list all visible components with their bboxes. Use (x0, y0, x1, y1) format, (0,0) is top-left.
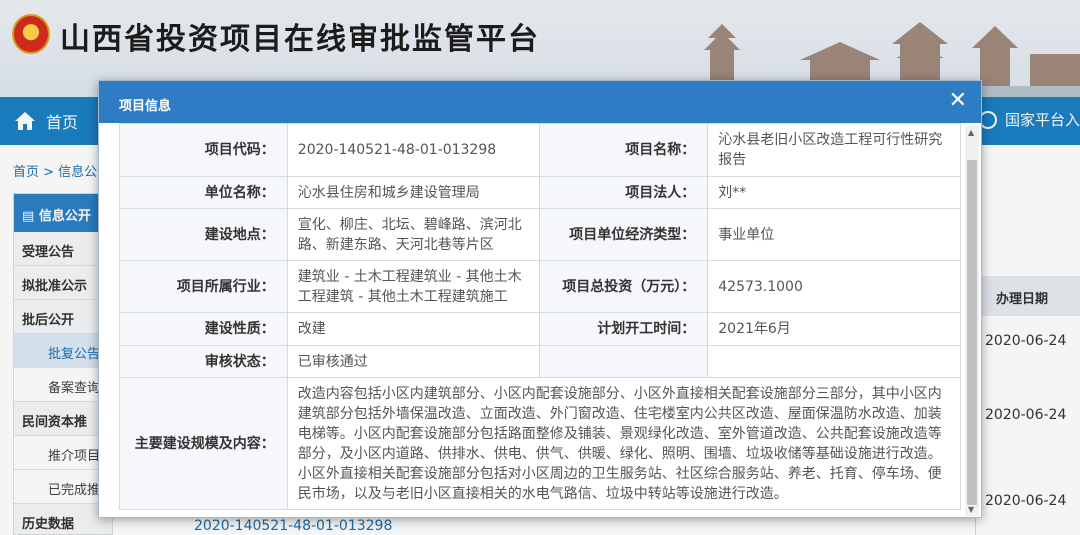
project-info-table: 项目代码： 2020-140521-48-01-013298 项目名称： 沁水县… (119, 123, 962, 510)
table-row: 项目代码： 2020-140521-48-01-013298 项目名称： 沁水县… (119, 123, 961, 177)
label-project-name: 项目名称： (539, 123, 709, 177)
empty-cell (539, 345, 709, 378)
scroll-up-arrow-icon[interactable]: ▲ (968, 128, 974, 137)
label-planned-start: 计划开工时间： (539, 312, 709, 346)
modal-title: 项目信息 (119, 99, 172, 114)
label-construction-scope: 主要建设规模及内容： (119, 377, 288, 510)
table-row: 建设地点： 宣化、柳庄、北坛、碧峰路、滨河北路、新建东路、天河北巷等片区 项目单… (119, 208, 961, 261)
close-icon[interactable]: ✕ (949, 90, 967, 112)
label-construction-nature: 建设性质： (119, 312, 288, 346)
label-unit-name: 单位名称： (119, 176, 288, 209)
label-total-investment: 项目总投资（万元）： (539, 260, 709, 313)
value-construction-scope: 改造内容包括小区内建筑部分、小区内配套设施部分、小区外直接相关配套设施部分三部分… (286, 377, 962, 510)
label-legal-person: 项目法人： (539, 176, 709, 209)
value-construction-nature: 改建 (286, 312, 541, 346)
label-location: 建设地点： (119, 208, 288, 261)
value-project-name: 沁水县老旧小区改造工程可行性研究报告 (707, 123, 961, 177)
label-project-code: 项目代码： (119, 123, 288, 177)
value-legal-person: 刘** (707, 176, 961, 209)
value-total-investment: 42573.1000 (707, 260, 961, 313)
scrollbar-thumb[interactable] (967, 160, 977, 505)
empty-cell (707, 345, 961, 378)
project-info-modal: 项目信息 ✕ 项目代码： 2020-140521-48-01-013298 项目… (98, 80, 982, 518)
value-location: 宣化、柳庄、北坛、碧峰路、滨河北路、新建东路、天河北巷等片区 (286, 208, 541, 261)
value-review-status: 已审核通过 (286, 345, 541, 378)
modal-header: 项目信息 ✕ (99, 81, 981, 123)
value-project-code: 2020-140521-48-01-013298 (286, 123, 541, 177)
modal-body: 项目代码： 2020-140521-48-01-013298 项目名称： 沁水县… (119, 123, 964, 516)
table-row: 主要建设规模及内容： 改造内容包括小区内建筑部分、小区内配套设施部分、小区外直接… (119, 377, 962, 510)
value-economic-type: 事业单位 (707, 208, 961, 261)
label-economic-type: 项目单位经济类型： (539, 208, 709, 261)
value-planned-start: 2021年6月 (707, 312, 961, 346)
table-row: 单位名称： 沁水县住房和城乡建设管理局 项目法人： 刘** (119, 176, 961, 209)
table-row: 项目所属行业： 建筑业 - 土木工程建筑业 - 其他土木工程建筑 - 其他土木工… (119, 260, 961, 313)
label-review-status: 审核状态： (119, 345, 288, 378)
scroll-down-arrow-icon[interactable]: ▼ (968, 505, 974, 514)
value-unit-name: 沁水县住房和城乡建设管理局 (286, 176, 541, 209)
modal-scrollbar[interactable]: ▲ ▼ (965, 126, 979, 516)
label-industry: 项目所属行业： (119, 260, 288, 313)
table-row: 审核状态： 已审核通过 (119, 345, 961, 378)
value-industry: 建筑业 - 土木工程建筑业 - 其他土木工程建筑 - 其他土木工程建筑施工 (286, 260, 541, 313)
table-row: 建设性质： 改建 计划开工时间： 2021年6月 (119, 312, 961, 346)
